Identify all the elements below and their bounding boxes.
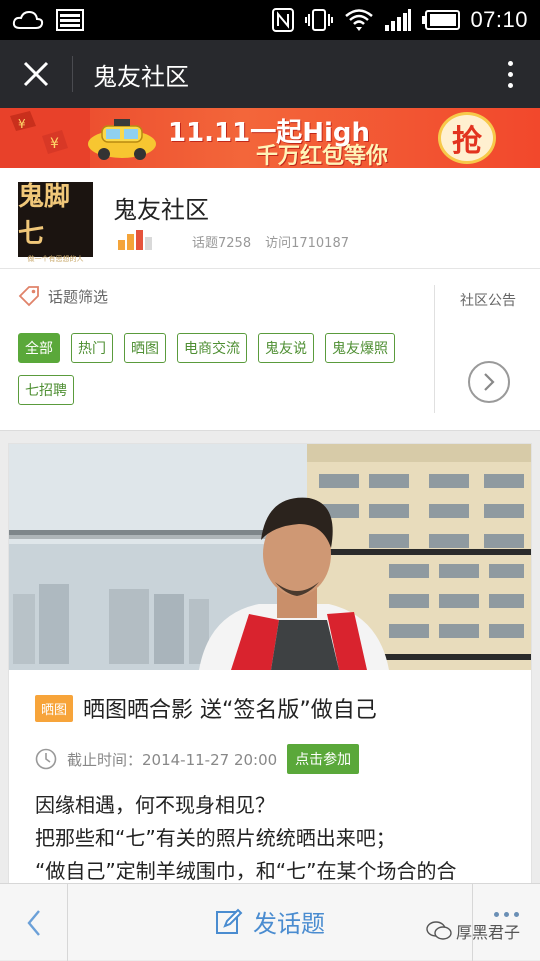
- wechat-icon: [426, 921, 452, 940]
- post-body-line: 把那些和“七”有关的照片统统晒出来吧；: [35, 826, 396, 850]
- promo-banner[interactable]: ¥ ¥ 11.11一起High 千万红包等你 抢: [0, 108, 540, 168]
- back-button[interactable]: [0, 884, 68, 961]
- community-notice[interactable]: 社区公告: [434, 285, 540, 413]
- red-envelope-decoration: ¥ ¥: [0, 108, 90, 168]
- more-vertical-icon: [507, 60, 513, 88]
- visit-count: 访问1710187: [265, 236, 349, 251]
- tag-icon: [18, 286, 39, 307]
- status-time: 07:10: [470, 7, 528, 32]
- svg-text:¥: ¥: [18, 117, 26, 131]
- page-title: 鬼友社区: [93, 62, 189, 91]
- logo-text: 鬼脚七: [18, 181, 71, 249]
- new-topic-label: 发话题: [253, 910, 325, 938]
- watermark: 厚黑君子: [426, 919, 520, 943]
- post-title[interactable]: 晒图晒合影 送“签名版”做自己: [83, 692, 377, 724]
- grab-button[interactable]: 抢: [438, 112, 496, 164]
- community-name: 鬼友社区: [113, 196, 209, 224]
- community-logo: 鬼脚七 做一个有思想的人: [18, 182, 93, 263]
- new-topic-button[interactable]: 发话题: [215, 904, 325, 939]
- post-title-row[interactable]: 晒图 晒图晒合影 送“签名版”做自己: [35, 692, 377, 724]
- topic-count: 话题7258: [192, 236, 252, 251]
- signal-icon: [384, 8, 412, 32]
- svg-text:¥: ¥: [50, 136, 59, 152]
- edit-icon: [216, 908, 243, 934]
- app-bar: 鬼友社区: [0, 40, 540, 108]
- status-bar: 07:10: [0, 0, 540, 40]
- nfc-icon: [272, 8, 295, 32]
- filter-tags: 全部 热门 晒图 电商交流 鬼友说 鬼友爆照 七招聘: [18, 333, 428, 405]
- community-stats: 话题7258 访问1710187: [192, 232, 349, 251]
- vibrate-icon: [304, 8, 334, 32]
- join-button[interactable]: 点击参加: [287, 744, 360, 774]
- tag-chip-friends-photos[interactable]: 鬼友爆照: [325, 333, 395, 363]
- topic-filter: 话题筛选 全部 热门 晒图 电商交流 鬼友说 鬼友爆照 七招聘 社区公告: [0, 269, 540, 431]
- more-horizontal-icon: [494, 912, 519, 917]
- post-category-badge: 晒图: [35, 694, 74, 722]
- logo-slogan: 做一个有思想的人: [27, 254, 84, 263]
- notice-label: 社区公告: [460, 293, 516, 309]
- wifi-icon: [344, 7, 374, 33]
- tag-chip-photo[interactable]: 晒图: [124, 333, 166, 363]
- clock-icon: [35, 748, 57, 770]
- tag-chip-jobs[interactable]: 七招聘: [18, 375, 74, 405]
- tag-chip-friends-say[interactable]: 鬼友说: [258, 333, 314, 363]
- deadline-text: 截止时间：2014-11-27 20:00: [67, 750, 278, 769]
- community-header: 鬼脚七 做一个有思想的人 鬼友社区 话题7258 访问1710187: [0, 168, 540, 269]
- chevron-left-icon: [26, 909, 40, 936]
- tag-chip-ecommerce[interactable]: 电商交流: [177, 333, 247, 363]
- tag-chip-all[interactable]: 全部: [18, 333, 60, 363]
- watermark-text: 厚黑君子: [456, 923, 521, 942]
- battery-icon: [422, 10, 461, 30]
- banner-subline: 千万红包等你: [256, 144, 389, 168]
- image-icon: [56, 9, 84, 31]
- post-photo: [9, 444, 531, 670]
- post-body-line: 因缘相遇，何不现身相见？: [35, 793, 275, 817]
- post-body: 因缘相遇，何不现身相见？ 把那些和“七”有关的照片统统晒出来吧； “做自己”定制…: [35, 789, 456, 888]
- post-card[interactable]: 晒图 晒图晒合影 送“签名版”做自己 截止时间：2014-11-27 20:00…: [8, 443, 532, 893]
- taxi-icon: [88, 119, 156, 160]
- filter-label-text: 话题筛选: [48, 287, 109, 306]
- tag-chip-hot[interactable]: 热门: [71, 333, 113, 363]
- post-deadline-row: 截止时间：2014-11-27 20:00 点击参加: [35, 744, 360, 774]
- close-icon: [23, 61, 49, 87]
- chevron-right-icon[interactable]: [468, 361, 510, 403]
- close-button[interactable]: [0, 40, 72, 108]
- filter-label: 话题筛选: [18, 285, 108, 307]
- more-menu-button[interactable]: [480, 40, 540, 108]
- cloud-icon: [12, 9, 44, 31]
- level-icon: [118, 230, 152, 250]
